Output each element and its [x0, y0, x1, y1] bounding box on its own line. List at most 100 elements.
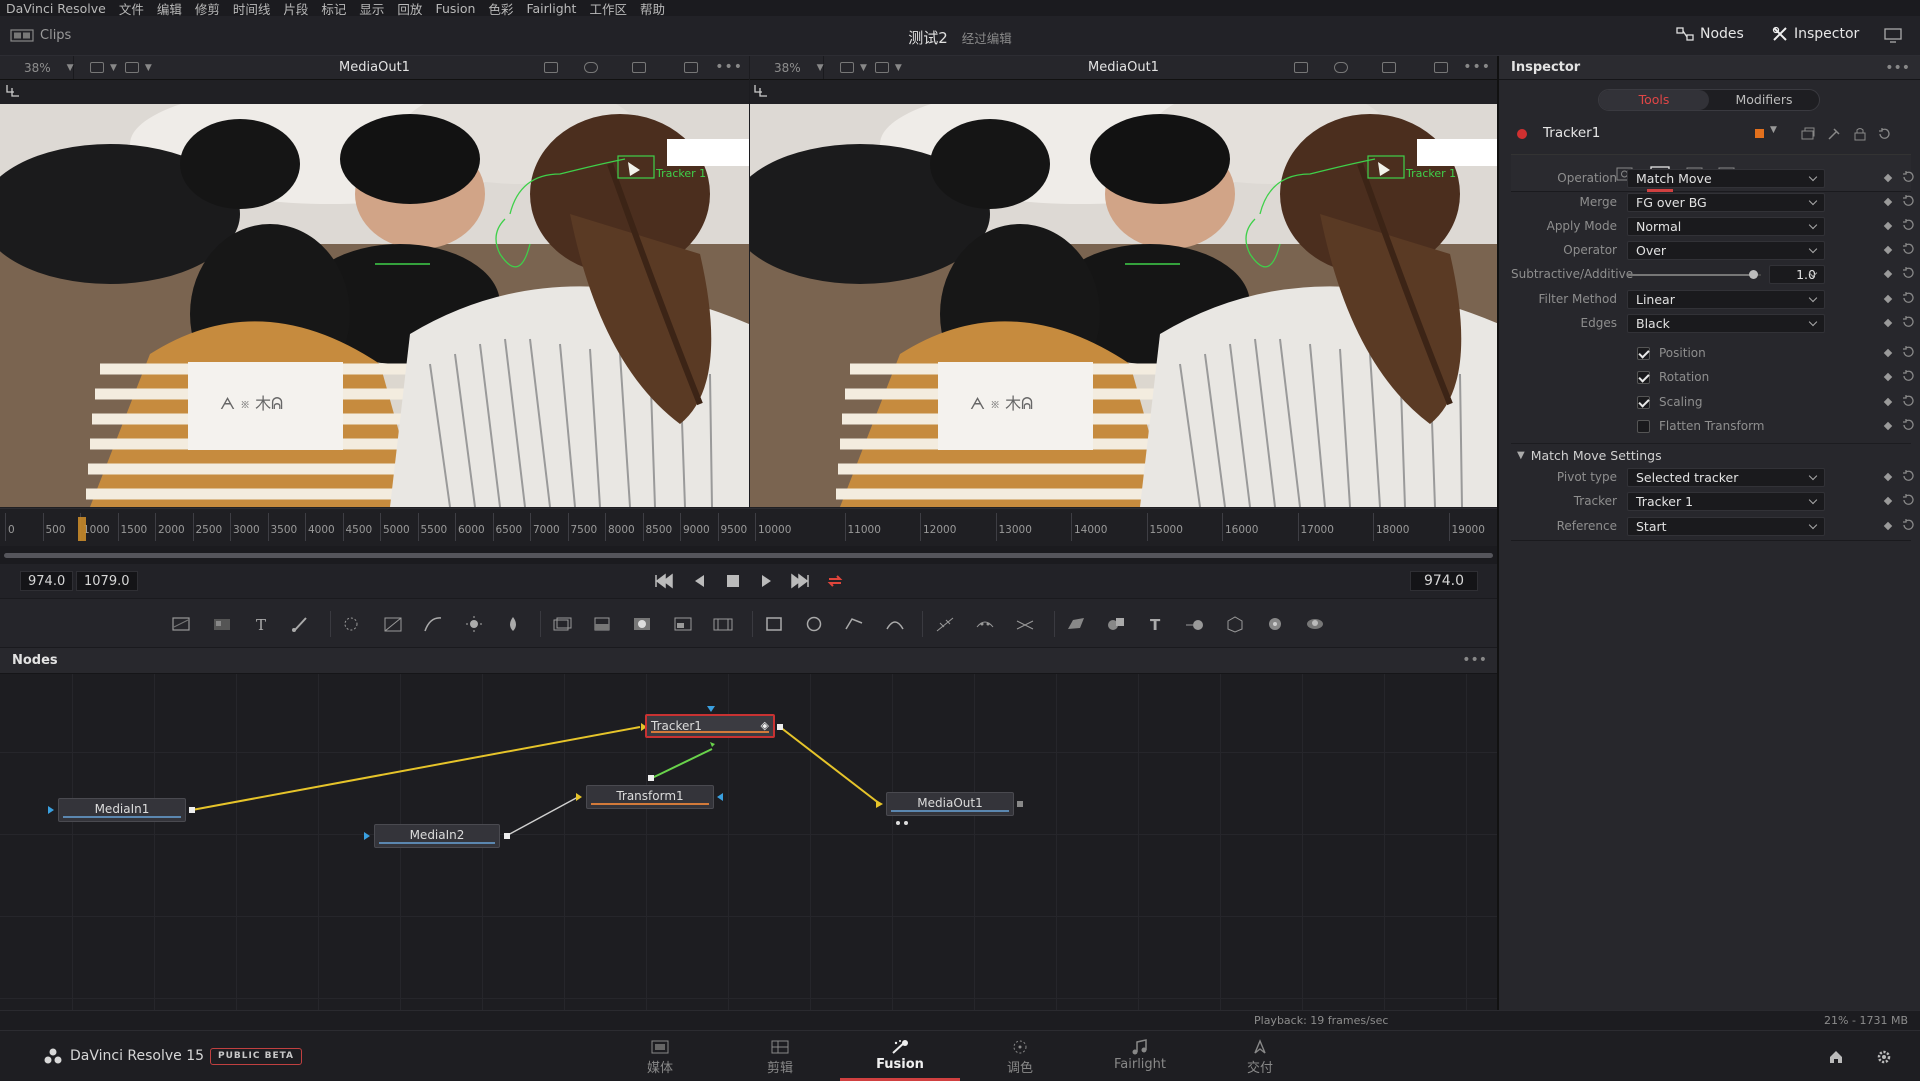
page-tab-color[interactable]: 调色 [960, 1031, 1080, 1081]
particles-icon[interactable] [340, 615, 362, 633]
keyframe-icon[interactable] [1883, 372, 1893, 382]
keyframe-icon[interactable] [1883, 294, 1893, 304]
reset-icon[interactable] [1901, 218, 1915, 232]
version-icon[interactable] [1801, 127, 1815, 141]
right-frame-icon[interactable] [1434, 62, 1448, 73]
menu-clip[interactable]: 片段 [283, 0, 308, 18]
text-3d-icon[interactable]: T [1145, 615, 1167, 633]
reset-icon[interactable] [1901, 345, 1915, 359]
keyframe-icon[interactable] [1883, 472, 1893, 482]
crop-frames-icon[interactable] [712, 615, 734, 633]
camera-3d-icon[interactable] [1224, 615, 1246, 633]
position-checkbox[interactable] [1637, 346, 1650, 360]
flatten-transform-checkbox[interactable] [1637, 419, 1650, 433]
go-to-end-icon[interactable] [790, 573, 810, 589]
play-reverse-icon[interactable] [692, 573, 706, 589]
tool-color-swatch[interactable] [1755, 129, 1764, 138]
text-tool-icon[interactable]: T [251, 615, 273, 633]
node-mediain2[interactable]: MediaIn2 [374, 824, 500, 848]
gear-icon[interactable] [1876, 1049, 1892, 1065]
left-frame-icon[interactable] [684, 62, 698, 73]
more-icon[interactable]: ••• [715, 59, 743, 75]
gradient-icon[interactable] [382, 615, 404, 633]
fast-noise-icon[interactable] [211, 615, 233, 633]
subtractive-additive-input[interactable]: 1.0 [1769, 264, 1825, 284]
more-icon[interactable]: ••• [1463, 59, 1491, 75]
rotation-checkbox[interactable] [1637, 370, 1650, 384]
page-tab-edit[interactable]: 剪辑 [720, 1031, 840, 1081]
stop-icon[interactable] [726, 573, 740, 589]
right-layout-icon[interactable] [840, 62, 854, 73]
more-icon[interactable]: ••• [1885, 60, 1910, 76]
time-ruler[interactable]: 0 500 1000 1500 2000 2500 3000 3500 4000 4500 5000… [0, 508, 1497, 546]
node-editor[interactable]: MediaIn1 MediaIn2 Transform1 Tracker1 ◈ M… [0, 674, 1497, 1010]
fullscreen-button[interactable] [1884, 28, 1902, 43]
keyframe-icon[interactable] [1883, 421, 1893, 431]
pemitter-icon[interactable] [934, 615, 956, 633]
subtractive-additive-slider[interactable] [1627, 265, 1761, 284]
left-grid-icon[interactable] [632, 62, 646, 73]
shape-3d-icon[interactable] [1105, 615, 1127, 633]
menu-timeline[interactable]: 时间线 [233, 0, 271, 18]
operation-dropdown[interactable]: Match Move [1627, 168, 1825, 188]
resize-icon[interactable] [672, 615, 694, 633]
menu-fairlight[interactable]: Fairlight [526, 1, 576, 16]
pmerge-icon[interactable] [1014, 615, 1036, 633]
reset-icon[interactable] [1901, 469, 1915, 483]
keyframe-icon[interactable] [1883, 269, 1893, 279]
keyframe-icon[interactable] [1883, 173, 1893, 183]
spotlight-3d-icon[interactable] [1304, 615, 1326, 633]
page-tab-fusion[interactable]: Fusion [840, 1031, 960, 1081]
nodes-toggle-button[interactable]: Nodes [1676, 26, 1744, 42]
color-drop-icon[interactable] [502, 615, 524, 633]
reset-icon[interactable] [1901, 493, 1915, 507]
left-display-icon[interactable] [124, 62, 139, 73]
right-grid-icon[interactable] [1382, 62, 1396, 73]
right-color-icon[interactable] [1334, 62, 1348, 73]
apply-mode-dropdown[interactable]: Normal [1627, 216, 1825, 236]
reset-icon[interactable] [1901, 291, 1915, 305]
edges-dropdown[interactable]: Black [1627, 313, 1825, 333]
page-tab-deliver[interactable]: 交付 [1200, 1031, 1320, 1081]
reset-icon[interactable] [1901, 518, 1915, 532]
bspline-mask-icon[interactable] [884, 615, 906, 633]
curves-icon[interactable] [422, 615, 444, 633]
tab-modifiers[interactable]: Modifiers [1709, 90, 1819, 110]
menu-mark[interactable]: 标记 [321, 0, 346, 18]
reset-icon[interactable] [1901, 170, 1915, 184]
keyframe-icon[interactable] [1883, 245, 1893, 255]
prender-icon[interactable] [974, 615, 996, 633]
keyframe-icon[interactable] [1883, 496, 1893, 506]
merge-3d-icon[interactable] [1184, 615, 1206, 633]
menu-trim[interactable]: 修剪 [195, 0, 220, 18]
node-tracker1[interactable]: Tracker1 ◈ [645, 714, 775, 738]
left-viewer[interactable]: ᗅ ※ 木ᕱ Tracker 1 [0, 80, 749, 508]
image-plane-3d-icon[interactable] [1065, 615, 1087, 633]
keyframe-icon[interactable] [1883, 348, 1893, 358]
keyframe-icon[interactable] [1883, 397, 1893, 407]
menu-workspace[interactable]: 工作区 [589, 0, 627, 18]
loop-icon[interactable] [826, 573, 844, 589]
ellipse-mask-icon[interactable] [803, 615, 825, 633]
node-transform1[interactable]: Transform1 [586, 785, 714, 809]
keyframe-icon[interactable] [1883, 221, 1893, 231]
menu-app[interactable]: DaVinci Resolve [6, 1, 106, 16]
chevron-down-icon[interactable]: ▼ [1770, 125, 1777, 135]
more-icon[interactable]: ••• [1462, 652, 1487, 668]
channel-booleans-icon[interactable] [591, 615, 613, 633]
page-tab-fairlight[interactable]: Fairlight [1080, 1031, 1200, 1081]
scaling-checkbox[interactable] [1637, 395, 1650, 409]
playhead[interactable] [78, 517, 86, 541]
pin-icon[interactable] [1827, 127, 1841, 141]
reset-icon[interactable] [1901, 194, 1915, 208]
left-zoom-select[interactable]: 38% ▼ [0, 56, 74, 79]
menu-fusion[interactable]: Fusion [435, 1, 475, 16]
menu-color[interactable]: 色彩 [488, 0, 513, 18]
reset-icon[interactable] [1901, 266, 1915, 280]
renderer-3d-icon[interactable] [1264, 615, 1286, 633]
slider-handle[interactable] [1749, 269, 1758, 279]
play-icon[interactable] [760, 573, 774, 589]
brightness-icon[interactable] [463, 615, 485, 633]
inspector-toggle-button[interactable]: Inspector [1772, 26, 1859, 42]
render-end-field[interactable]: 1079.0 [76, 571, 138, 591]
